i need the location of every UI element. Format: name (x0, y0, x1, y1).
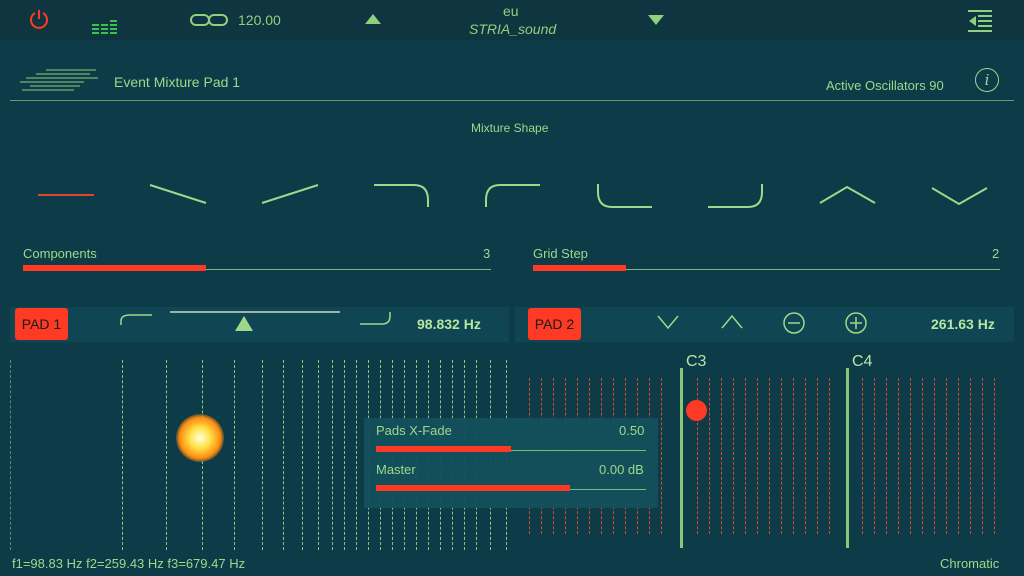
pad2-plus-icon[interactable] (844, 311, 868, 335)
level-meter-icon[interactable] (92, 18, 118, 38)
preset-up-icon[interactable] (364, 13, 382, 25)
pad2-button[interactable]: PAD 2 (528, 308, 581, 340)
frequency-readout: f1=98.83 Hz f2=259.43 Hz f3=679.47 Hz (12, 556, 246, 571)
components-label: Components (23, 246, 97, 261)
info-icon[interactable]: i (975, 68, 999, 92)
pad2-grid-line (817, 378, 818, 534)
grid-step-slider-fill[interactable] (533, 265, 626, 271)
mixture-shape-selector (38, 184, 988, 208)
pad1-grid-line (262, 360, 263, 550)
shape-bottom-left-curve-icon[interactable] (597, 184, 652, 208)
pad2-down-icon[interactable] (656, 313, 680, 331)
pad1-grid-line (332, 360, 333, 550)
power-icon[interactable] (28, 8, 50, 30)
shape-rising-icon[interactable] (261, 184, 319, 204)
xfade-slider-fill[interactable] (376, 446, 511, 452)
link-icon[interactable] (190, 12, 228, 28)
pad1-grid-line (122, 360, 123, 550)
shape-top-right-curve-icon[interactable] (374, 184, 429, 207)
master-label: Master (376, 462, 416, 477)
pad1-grid-line (356, 360, 357, 550)
c3-marker-line (680, 368, 683, 548)
pad2-touch-point[interactable] (686, 400, 707, 421)
event-pad-logo-icon (20, 69, 98, 91)
components-value: 3 (483, 246, 491, 261)
pad1-curve-in-icon[interactable] (120, 314, 152, 325)
pad2-grid-line (934, 378, 935, 534)
pad1-touch-point[interactable] (176, 414, 224, 462)
components-slider-fill[interactable] (23, 265, 206, 271)
active-oscillators: Active Oscillators 90 (826, 78, 944, 93)
pad2-grid-line (994, 378, 995, 534)
pad2-grid-line (805, 378, 806, 534)
pad1-button[interactable]: PAD 1 (15, 308, 68, 340)
pad1-curve-out-icon[interactable] (360, 312, 391, 325)
c4-marker-line (846, 368, 849, 548)
pad2-up-icon[interactable] (720, 313, 744, 331)
pad2-grid-line (709, 378, 710, 534)
pad1-grid-line (344, 360, 345, 550)
grid-step-value: 2 (992, 246, 1000, 261)
pad2-grid-line (769, 378, 770, 534)
pad2-frequency: 261.63 Hz (931, 316, 995, 332)
pad2-minus-icon[interactable] (782, 311, 806, 335)
pad2-grid-line (757, 378, 758, 534)
pad2-grid-line (733, 378, 734, 534)
preset-name[interactable]: STRIA_sound (469, 21, 556, 37)
xfade-label: Pads X-Fade (376, 423, 452, 438)
top-bar: 120.00 eu STRIA_sound (0, 0, 1024, 40)
pad1-grid-line (318, 360, 319, 550)
pad2-grid-line (958, 378, 959, 534)
pad2-grid-line (874, 378, 875, 534)
pad2-grid-line (829, 378, 830, 534)
header-divider (10, 100, 1014, 101)
pad2-grid-line (793, 378, 794, 534)
preset-bank: eu (503, 3, 519, 19)
pad1-envelope-control[interactable] (118, 308, 398, 334)
pad2-grid-line (922, 378, 923, 534)
pad2-grid-line (721, 378, 722, 534)
master-slider-fill[interactable] (376, 485, 570, 491)
pad2-grid-line (898, 378, 899, 534)
pad2-grid-line (781, 378, 782, 534)
pad2-grid-line (982, 378, 983, 534)
shape-peak-icon[interactable] (819, 185, 876, 204)
pad1-frequency: 98.832 Hz (417, 316, 481, 332)
xfade-value: 0.50 (619, 423, 645, 438)
grid-step-label: Grid Step (533, 246, 588, 261)
pad1-grid-line (234, 360, 235, 550)
pad2-grid-line (862, 378, 863, 534)
scale-label[interactable]: Chromatic (940, 556, 999, 571)
c4-label: C4 (852, 353, 873, 370)
c3-label: C3 (686, 353, 707, 370)
pad1-grid-line (302, 360, 303, 550)
pad2-grid-line (661, 378, 662, 534)
pad2-grid-line (946, 378, 947, 534)
preset-down-icon[interactable] (647, 14, 665, 26)
master-value: 0.00 dB (599, 462, 644, 477)
pad1-grid-line (283, 360, 284, 550)
pad1-grid-line (10, 360, 11, 550)
shape-top-left-curve-icon[interactable] (485, 184, 540, 207)
pad2-grid-line (886, 378, 887, 534)
shape-falling-icon[interactable] (149, 184, 207, 204)
pad2-grid-line (910, 378, 911, 534)
page-title: Event Mixture Pad 1 (114, 74, 241, 90)
mixture-shape-label: Mixture Shape (471, 121, 549, 135)
pad1-grid-line (166, 360, 167, 550)
tempo-value[interactable]: 120.00 (238, 12, 281, 28)
pad2-grid-line (745, 378, 746, 534)
pad1-position-marker[interactable] (235, 316, 253, 331)
shape-valley-icon[interactable] (931, 187, 988, 206)
pad2-grid-line (970, 378, 971, 534)
menu-collapse-icon[interactable] (968, 9, 994, 33)
shape-bottom-right-curve-icon[interactable] (708, 184, 763, 208)
